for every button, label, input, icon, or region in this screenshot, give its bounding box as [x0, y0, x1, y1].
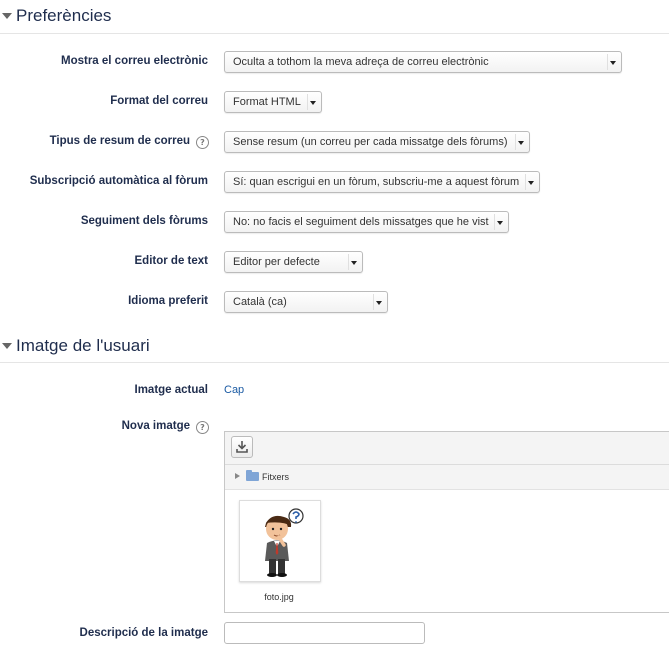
folder-label: Fitxers: [262, 472, 289, 482]
mailformat-label: Format del correu: [110, 95, 208, 107]
lang-value: Català (ca): [233, 296, 287, 308]
filemanager-toolbar: [225, 432, 669, 465]
maildisplay-value: Oculta a tothom la meva adreça de correu…: [233, 56, 489, 68]
user-image-section-title: Imatge de l'usuari: [16, 336, 150, 355]
dropdown-arrow-icon: [376, 301, 382, 305]
mailformat-select[interactable]: Format HTML: [224, 91, 322, 113]
image-desc-input[interactable]: [224, 622, 425, 644]
dropdown-arrow-icon: [518, 141, 524, 145]
file-thumbnail[interactable]: [239, 500, 321, 582]
download-button[interactable]: [231, 436, 253, 458]
help-icon[interactable]: ?: [196, 421, 209, 434]
editor-value: Editor per defecte: [233, 256, 320, 268]
select-separator: [494, 214, 495, 230]
maildigest-select[interactable]: Sense resum (un correu per cada missatge…: [224, 131, 530, 153]
editor-label: Editor de text: [134, 255, 208, 267]
filemanager: Fitxers foto.jpg: [224, 431, 669, 613]
maildisplay-label: Mostra el correu electrònic: [61, 55, 208, 67]
file-name[interactable]: foto.jpg: [239, 592, 319, 602]
trackforums-value: No: no facis el seguiment dels missatges…: [233, 216, 489, 228]
select-separator: [525, 174, 526, 190]
trackforums-select[interactable]: No: no facis el seguiment dels missatges…: [224, 211, 509, 233]
maildigest-value: Sense resum (un correu per cada missatge…: [233, 136, 508, 148]
mailformat-value: Format HTML: [233, 96, 301, 108]
editor-select[interactable]: Editor per defecte: [224, 251, 363, 273]
select-separator: [348, 254, 349, 270]
divider: [0, 33, 669, 34]
select-separator: [307, 94, 308, 110]
current-image-label: Imatge actual: [134, 384, 209, 396]
filemanager-path[interactable]: Fitxers: [225, 465, 669, 490]
user-image-section-toggle[interactable]: Imatge de l'usuari: [0, 332, 150, 360]
select-separator: [373, 294, 374, 310]
maildisplay-select[interactable]: Oculta a tothom la meva adreça de correu…: [224, 51, 622, 73]
collapse-caret-icon: [2, 13, 12, 19]
maildigest-label: Tipus de resum de correu: [49, 135, 190, 147]
lang-select[interactable]: Català (ca): [224, 291, 388, 313]
dropdown-arrow-icon: [351, 261, 357, 265]
new-image-label: Nova imatge: [121, 420, 190, 432]
expand-triangle-icon: [235, 473, 240, 479]
preferences-section-toggle[interactable]: Preferències: [0, 2, 111, 30]
autosubscribe-label: Subscripció automàtica al fòrum: [29, 175, 208, 187]
autosubscribe-select[interactable]: Sí: quan escrigui en un fòrum, subscriu-…: [224, 171, 540, 193]
select-separator: [607, 54, 608, 70]
image-desc-label: Descripció de la imatge: [79, 627, 208, 639]
collapse-caret-icon: [2, 343, 12, 349]
avatar-image: [265, 508, 304, 577]
autosubscribe-value: Sí: quan escrigui en un fòrum, subscriu-…: [233, 176, 520, 188]
dropdown-arrow-icon: [528, 181, 534, 185]
dropdown-arrow-icon: [310, 101, 316, 105]
trackforums-label: Seguiment dels fòrums: [80, 215, 208, 227]
dropdown-arrow-icon: [610, 61, 616, 65]
dropdown-arrow-icon: [497, 221, 503, 225]
divider: [0, 362, 669, 363]
folder-icon: [246, 470, 259, 481]
download-icon: [236, 441, 248, 453]
select-separator: [515, 134, 516, 150]
preferences-section-title: Preferències: [16, 6, 112, 25]
current-image-value[interactable]: Cap: [224, 384, 244, 396]
lang-label: Idioma preferit: [128, 295, 208, 307]
help-icon[interactable]: ?: [196, 136, 209, 149]
